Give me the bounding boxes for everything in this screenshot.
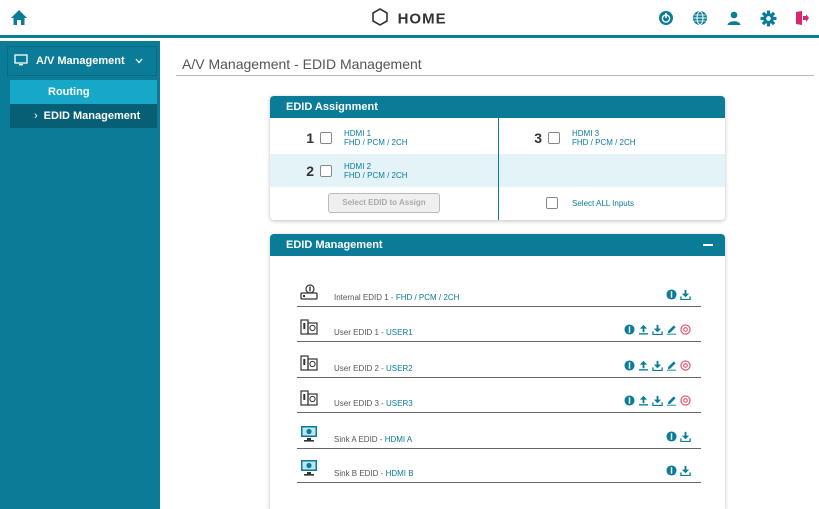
info-icon[interactable] <box>624 360 635 371</box>
sidebar-item-label: Routing <box>48 86 90 98</box>
edid-assignment-panel: EDID Assignment 1 HDMI 1 FHD / PCM / 2CH … <box>270 96 725 220</box>
app-title-text: HOME <box>397 10 447 28</box>
row-highlight <box>499 154 725 187</box>
sidebar-item-label: EDID Management <box>43 110 141 122</box>
globe-icon[interactable] <box>689 8 711 28</box>
input-row-3: 3 HDMI 3 FHD / PCM / 2CH <box>528 123 636 153</box>
download-icon[interactable] <box>680 431 691 442</box>
edid-actions <box>621 395 691 406</box>
sink-monitor-icon <box>299 425 319 443</box>
info-icon[interactable] <box>666 289 677 300</box>
panel-divider <box>498 118 499 220</box>
chevron-down-icon <box>135 56 143 66</box>
input-3-checkbox[interactable] <box>548 132 560 144</box>
upload-icon[interactable] <box>638 360 649 371</box>
edid-row: User EDID 3 - USER3 <box>297 387 701 413</box>
internal-edid-icon <box>299 283 319 301</box>
sidebar-section-av-management[interactable]: A/V Management <box>7 46 157 76</box>
edid-actions <box>663 465 691 476</box>
edid-name: User EDID 1 - USER1 <box>334 328 413 337</box>
edid-row: Internal EDID 1 - FHD / PCM / 2CH <box>297 281 701 307</box>
upload-icon[interactable] <box>638 395 649 406</box>
edid-name: User EDID 3 - USER3 <box>334 399 413 408</box>
sink-monitor-icon <box>299 459 319 477</box>
edid-row: User EDID 2 - USER2 <box>297 352 701 378</box>
title-divider <box>176 75 814 76</box>
info-icon[interactable] <box>666 431 677 442</box>
monitor-icon <box>14 53 28 69</box>
top-bar: HOME <box>0 0 819 38</box>
sidebar-section-label: A/V Management <box>36 55 125 67</box>
delete-icon[interactable] <box>680 395 691 406</box>
edit-icon[interactable] <box>666 360 677 371</box>
sidebar-submenu: Routing › EDID Management <box>10 80 157 128</box>
download-icon[interactable] <box>652 324 663 335</box>
edid-management-header: EDID Management <box>270 234 725 256</box>
edid-management-panel: EDID Management Internal EDID 1 - FHD / … <box>270 234 725 509</box>
input-label: HDMI 1 FHD / PCM / 2CH <box>344 129 408 147</box>
collapse-icon[interactable] <box>703 244 713 246</box>
edid-actions <box>621 360 691 371</box>
edid-name: User EDID 2 - USER2 <box>334 364 413 373</box>
download-icon[interactable] <box>680 465 691 476</box>
sidebar: A/V Management Routing › EDID Management <box>0 41 160 509</box>
input-number: 2 <box>306 163 314 179</box>
edit-icon[interactable] <box>666 324 677 335</box>
gear-icon[interactable] <box>757 8 779 28</box>
info-icon[interactable] <box>666 465 677 476</box>
user-edid-icon <box>299 318 319 336</box>
download-icon[interactable] <box>652 360 663 371</box>
sidebar-item-routing[interactable]: Routing <box>10 80 157 104</box>
panel-title: EDID Management <box>286 239 383 251</box>
edid-row: Sink A EDID - HDMI A <box>297 423 701 449</box>
edid-row: User EDID 1 - USER1 <box>297 316 701 342</box>
info-icon[interactable] <box>624 324 635 335</box>
user-edid-icon <box>299 389 319 407</box>
sidebar-item-edid-management[interactable]: › EDID Management <box>10 104 157 128</box>
chevron-right-icon: › <box>34 110 38 122</box>
input-row-2: 2 HDMI 2 FHD / PCM / 2CH <box>300 156 408 186</box>
edid-actions <box>621 324 691 335</box>
edid-name: Internal EDID 1 - FHD / PCM / 2CH <box>334 293 460 302</box>
upload-icon[interactable] <box>638 324 649 335</box>
edid-row: Sink B EDID - HDMI B <box>297 457 701 483</box>
input-number: 1 <box>306 130 314 146</box>
top-icons <box>643 8 813 28</box>
download-icon[interactable] <box>652 395 663 406</box>
delete-icon[interactable] <box>680 324 691 335</box>
input-label: HDMI 3 FHD / PCM / 2CH <box>572 129 636 147</box>
select-all-checkbox[interactable] <box>546 197 558 209</box>
edid-assignment-header: EDID Assignment <box>270 96 725 118</box>
edid-name: Sink B EDID - HDMI B <box>334 469 414 478</box>
edid-name: Sink A EDID - HDMI A <box>334 435 413 444</box>
input-2-checkbox[interactable] <box>320 165 332 177</box>
edid-actions <box>663 289 691 300</box>
page-title: A/V Management - EDID Management <box>182 56 422 72</box>
logout-icon[interactable] <box>791 8 813 28</box>
input-number: 3 <box>534 130 542 146</box>
input-label: HDMI 2 FHD / PCM / 2CH <box>344 162 408 180</box>
download-icon[interactable] <box>680 289 691 300</box>
user-icon[interactable] <box>723 8 745 28</box>
edid-actions <box>663 431 691 442</box>
input-row-1: 1 HDMI 1 FHD / PCM / 2CH <box>300 123 408 153</box>
delete-icon[interactable] <box>680 360 691 371</box>
select-all-inputs: Select ALL Inputs <box>546 197 634 209</box>
hexagon-logo-icon <box>372 8 389 30</box>
select-edid-button[interactable]: Select EDID to Assign <box>328 193 440 213</box>
select-all-label: Select ALL Inputs <box>572 198 634 208</box>
input-1-checkbox[interactable] <box>320 132 332 144</box>
edit-icon[interactable] <box>666 395 677 406</box>
info-icon[interactable] <box>624 395 635 406</box>
user-edid-icon <box>299 354 319 372</box>
power-icon[interactable] <box>655 8 677 28</box>
